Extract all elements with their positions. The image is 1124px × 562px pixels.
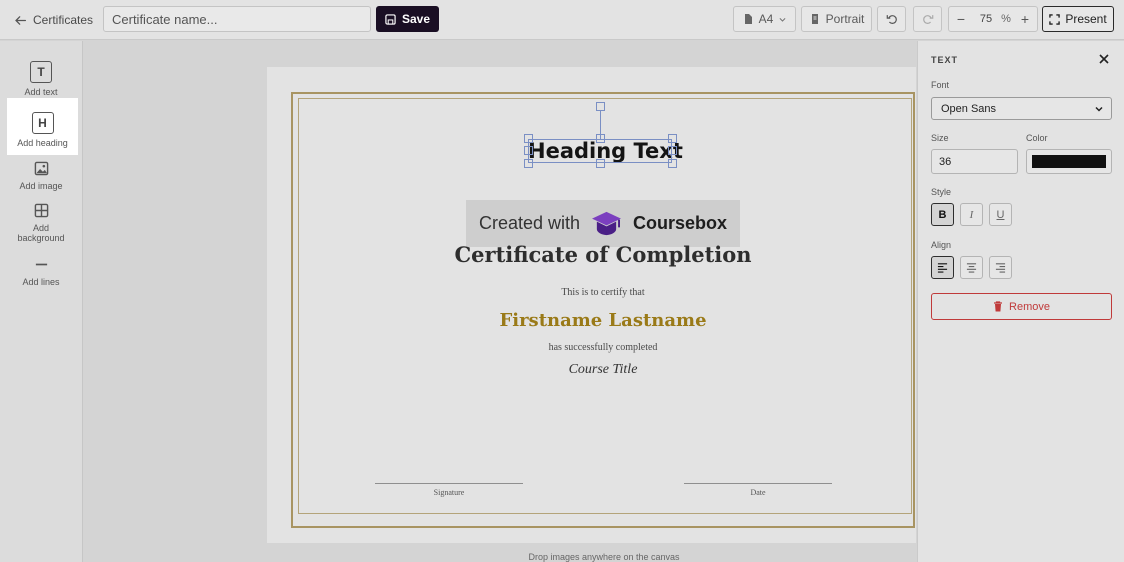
- add-text-tool[interactable]: T Add text: [0, 61, 82, 97]
- add-background-tool[interactable]: Add background: [0, 203, 82, 243]
- text-properties-panel: TEXT Font Open Sans Size Color Style B I…: [917, 41, 1124, 562]
- size-input[interactable]: [931, 149, 1018, 174]
- heading-icon: H: [31, 112, 54, 134]
- certificate-name-input[interactable]: [103, 6, 371, 32]
- bold-button[interactable]: B: [931, 203, 954, 226]
- orientation-label: Portrait: [825, 12, 865, 26]
- redo-icon: [922, 15, 933, 24]
- resize-handle-top[interactable]: [596, 134, 605, 143]
- save-button[interactable]: Save: [376, 6, 439, 32]
- undo-button[interactable]: [877, 6, 906, 32]
- align-center-icon: [966, 263, 977, 273]
- page-size-value: A4: [758, 12, 774, 26]
- watermark-brand: Coursebox: [633, 213, 728, 233]
- resize-handle-top-right[interactable]: [668, 134, 677, 143]
- remove-label: Remove: [1009, 300, 1050, 313]
- redo-button[interactable]: [913, 6, 942, 32]
- fullscreen-icon: [1049, 13, 1061, 25]
- back-to-certificates-link[interactable]: Certificates: [14, 10, 93, 30]
- zoom-in-button[interactable]: +: [1013, 11, 1037, 27]
- drop-hint: Drop images anywhere on the canvas: [528, 552, 680, 562]
- underline-button[interactable]: U: [989, 203, 1012, 226]
- date-line[interactable]: [684, 483, 832, 484]
- color-label: Color: [1026, 133, 1048, 143]
- image-icon: [34, 161, 48, 176]
- undo-icon: [886, 15, 897, 24]
- panel-title: TEXT: [931, 55, 959, 65]
- resize-handle-bottom-right[interactable]: [668, 159, 677, 168]
- align-label: Align: [931, 240, 952, 250]
- add-heading-tool[interactable]: H Add heading: [7, 98, 78, 155]
- resize-handle-bottom-left[interactable]: [524, 159, 533, 168]
- align-right-icon: [995, 263, 1006, 273]
- signature-label[interactable]: Signature: [375, 488, 523, 497]
- zoom-control: − 75 % +: [948, 6, 1038, 32]
- grid-icon: [34, 203, 48, 218]
- tool-label: Add background: [17, 223, 65, 243]
- page-size-dropdown[interactable]: A4: [733, 6, 796, 32]
- course-title[interactable]: Course Title: [500, 362, 706, 378]
- tool-label: Add text: [24, 87, 58, 97]
- align-left-button[interactable]: [931, 256, 954, 279]
- line-icon: [35, 263, 47, 266]
- save-label: Save: [401, 12, 431, 26]
- resize-handle-top-left[interactable]: [524, 134, 533, 143]
- font-value: Open Sans: [941, 102, 997, 115]
- certify-line[interactable]: This is to certify that: [500, 287, 706, 298]
- resize-handle-left[interactable]: [524, 146, 533, 155]
- tool-label: Add image: [19, 181, 63, 191]
- signature-line[interactable]: [375, 483, 523, 484]
- align-right-button[interactable]: [989, 256, 1012, 279]
- tool-label: Add heading: [17, 138, 68, 148]
- add-image-tool[interactable]: Add image: [0, 161, 82, 191]
- chevron-down-icon: [779, 17, 786, 22]
- align-left-icon: [937, 263, 948, 273]
- recipient-name[interactable]: Firstname Lastname: [460, 310, 746, 331]
- document-icon: [811, 14, 818, 24]
- color-swatch: [1032, 155, 1106, 168]
- completed-line[interactable]: has successfully completed: [500, 342, 706, 353]
- zoom-out-button[interactable]: −: [949, 11, 973, 27]
- rotate-handle[interactable]: [596, 102, 605, 111]
- present-label: Present: [1065, 12, 1107, 26]
- tool-label: Add lines: [22, 277, 60, 287]
- text-icon: T: [30, 61, 52, 83]
- font-select[interactable]: Open Sans: [931, 97, 1112, 120]
- arrow-left-icon: [15, 15, 27, 25]
- resize-handle-right[interactable]: [668, 146, 677, 155]
- back-label: Certificates: [33, 13, 94, 27]
- graduation-cap-icon: [592, 211, 621, 236]
- watermark-prefix: Created with: [478, 213, 581, 233]
- add-lines-tool[interactable]: Add lines: [0, 257, 82, 287]
- resize-handle-bottom[interactable]: [596, 159, 605, 168]
- color-picker[interactable]: [1026, 149, 1112, 174]
- style-label: Style: [931, 187, 952, 197]
- size-label: Size: [931, 133, 949, 143]
- present-button[interactable]: Present: [1042, 6, 1114, 32]
- font-label: Font: [931, 80, 950, 90]
- close-icon[interactable]: [1098, 53, 1110, 65]
- orientation-button[interactable]: Portrait: [801, 6, 872, 32]
- tools-sidebar: T Add text H Add heading Add image Add b…: [0, 41, 83, 562]
- zoom-value[interactable]: 75: [973, 13, 999, 25]
- date-label[interactable]: Date: [684, 488, 832, 497]
- chevron-down-icon: [1095, 106, 1103, 112]
- coursebox-watermark: Created with Coursebox: [466, 200, 740, 247]
- italic-button[interactable]: I: [960, 203, 983, 226]
- remove-button[interactable]: Remove: [931, 293, 1112, 320]
- document-icon: [744, 14, 752, 24]
- save-icon: [385, 13, 396, 25]
- top-toolbar: Certificates Save A4 Portrait − 75 % + P…: [0, 0, 1124, 40]
- certificate-title[interactable]: Certificate of Completion: [440, 242, 766, 267]
- zoom-unit: %: [1001, 13, 1011, 25]
- align-center-button[interactable]: [960, 256, 983, 279]
- trash-icon: [994, 301, 1003, 312]
